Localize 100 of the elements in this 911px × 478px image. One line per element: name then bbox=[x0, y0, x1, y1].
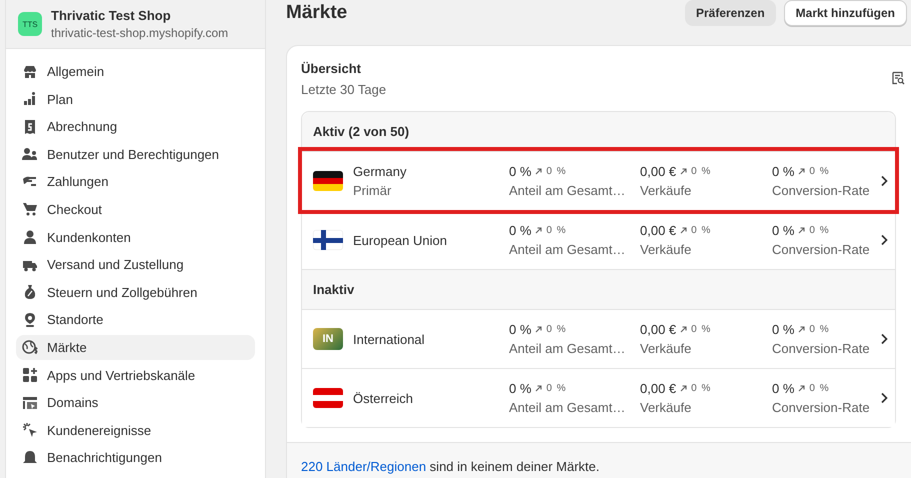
metric-value: 0,00 € bbox=[640, 223, 676, 238]
sidebar-item[interactable]: Checkout bbox=[16, 196, 255, 222]
metric-label: Verkäufe bbox=[640, 341, 692, 356]
page-title: Märkte bbox=[286, 2, 348, 24]
market-row[interactable]: Österreich 0 % 0 % Anteil am Gesamt… 0,00 € 0 % Verkäufe 0 % 0 % Conversion-Rate bbox=[302, 368, 895, 427]
metric-value: 0 % bbox=[509, 322, 532, 337]
trend-up-icon bbox=[798, 326, 806, 333]
metric-value: 0 % bbox=[772, 164, 794, 179]
regions-link[interactable]: 220 Länder/Regionen bbox=[301, 459, 426, 474]
shop-avatar: TTS bbox=[18, 12, 42, 36]
market-subtitle: Primär bbox=[353, 183, 392, 198]
group-heading: Inaktiv bbox=[313, 282, 354, 297]
metric-value: 0 % bbox=[509, 164, 532, 179]
metric-label: Verkäufe bbox=[640, 400, 692, 415]
metric-label: Anteil am Gesamt… bbox=[509, 400, 626, 415]
metric-label: Conversion-Rate bbox=[772, 400, 870, 415]
metric-label: Conversion-Rate bbox=[772, 242, 870, 257]
market-badge: IN bbox=[313, 328, 343, 350]
change-value: 0 % bbox=[546, 166, 567, 177]
market-name: European Union bbox=[353, 232, 448, 248]
preferences-button[interactable]: Präferenzen bbox=[684, 0, 776, 26]
metric-value: 0 % bbox=[509, 381, 532, 396]
metric-label: Anteil am Gesamt… bbox=[509, 341, 626, 356]
period-label: Letzte 30 Tage bbox=[301, 82, 386, 97]
metric-label: Anteil am Gesamt… bbox=[509, 242, 626, 257]
window-icon bbox=[22, 394, 38, 411]
sidebar-item[interactable]: Abrechnung bbox=[16, 114, 255, 140]
trend-up-icon bbox=[535, 168, 542, 175]
metric-value: 0 % bbox=[772, 381, 794, 396]
add-market-button[interactable]: Markt hinzufügen bbox=[784, 0, 907, 26]
sidebar-item[interactable]: Zahlungen bbox=[16, 169, 255, 194]
change-value: 0 % bbox=[809, 225, 830, 236]
cart-icon bbox=[22, 201, 38, 218]
person-icon bbox=[22, 229, 38, 246]
change-value: 0 % bbox=[546, 324, 567, 335]
sidebar-item[interactable]: Allgemein bbox=[16, 59, 255, 84]
footer-text: 220 Länder/Regionen sind in keinem deiner Märkte. bbox=[301, 459, 600, 474]
sidebar-item[interactable]: Steuern und Zollgebühren bbox=[16, 280, 255, 305]
sidebar-item[interactable]: Benutzer und Berechtigungen bbox=[16, 142, 255, 167]
shop-domain: thrivatic-test-shop.myshopify.com bbox=[51, 26, 228, 40]
sidebar-item[interactable]: Plan bbox=[16, 86, 255, 112]
change-value: 0 % bbox=[691, 225, 712, 236]
sidebar-item[interactable]: Märkte bbox=[16, 334, 255, 360]
card-title: Übersicht bbox=[301, 61, 362, 76]
metric-value: 0,00 € bbox=[640, 322, 676, 337]
bag-icon bbox=[22, 284, 38, 300]
chevron-right-icon bbox=[880, 333, 888, 345]
shop-name: Thrivatic Test Shop bbox=[51, 8, 172, 23]
group-heading: Aktiv (2 von 50) bbox=[313, 124, 410, 139]
trend-up-icon bbox=[535, 385, 542, 392]
metric-label: Verkäufe bbox=[640, 183, 692, 198]
pin-icon bbox=[22, 312, 38, 328]
metric-value: 0,00 € bbox=[640, 164, 676, 179]
change-value: 0 % bbox=[809, 383, 830, 394]
trend-up-icon bbox=[680, 326, 688, 333]
sidebar-item[interactable]: Kundenkonten bbox=[16, 224, 255, 250]
market-name: Germany bbox=[353, 164, 408, 179]
change-value: 0 % bbox=[809, 324, 830, 335]
trend-up-icon bbox=[798, 385, 806, 392]
market-name: International bbox=[353, 332, 426, 346]
sidebar-item[interactable]: Apps und Vertriebskanäle bbox=[16, 362, 255, 388]
bar-chart-icon bbox=[22, 91, 38, 108]
sidebar-item[interactable]: Standorte bbox=[16, 307, 255, 332]
trend-up-icon bbox=[798, 168, 806, 175]
metric-value: 0 % bbox=[509, 223, 532, 238]
change-value: 0 % bbox=[691, 166, 712, 177]
sidebar-item[interactable]: Domains bbox=[16, 390, 255, 416]
report-search-icon[interactable] bbox=[891, 71, 905, 85]
metric-value: 0,00 € bbox=[640, 381, 676, 396]
metric-label: Conversion-Rate bbox=[772, 341, 870, 356]
sidebar-item[interactable]: Versand und Zustellung bbox=[16, 252, 255, 278]
metric-label: Conversion-Rate bbox=[772, 183, 870, 198]
chevron-right-icon bbox=[880, 234, 888, 246]
metric-value: 0 % bbox=[772, 322, 794, 337]
click-icon bbox=[22, 422, 38, 438]
metric-value: 0 % bbox=[772, 223, 794, 238]
trend-up-icon bbox=[680, 227, 688, 234]
trend-up-icon bbox=[535, 227, 542, 234]
austria-flag-icon bbox=[313, 388, 343, 408]
sidebar-item[interactable]: Kundenereignisse bbox=[16, 418, 255, 443]
trend-up-icon bbox=[680, 168, 688, 175]
metric-label: Anteil am Gesamt… bbox=[509, 183, 626, 198]
users-icon bbox=[22, 146, 38, 162]
change-value: 0 % bbox=[809, 166, 830, 177]
sidebar-item[interactable]: Benachrichtigungen bbox=[16, 445, 255, 470]
change-value: 0 % bbox=[546, 383, 567, 394]
trend-up-icon bbox=[535, 326, 542, 333]
receipt-icon bbox=[22, 118, 38, 135]
apps-icon bbox=[22, 367, 38, 384]
chevron-right-icon bbox=[880, 175, 888, 187]
change-value: 0 % bbox=[691, 383, 712, 394]
globe-icon bbox=[22, 339, 38, 356]
store-icon bbox=[22, 64, 38, 80]
trend-up-icon bbox=[798, 227, 806, 234]
trend-up-icon bbox=[680, 385, 688, 392]
germany-flag-icon bbox=[313, 171, 343, 191]
bell-icon bbox=[22, 450, 38, 466]
metric-label: Verkäufe bbox=[640, 242, 692, 257]
change-value: 0 % bbox=[546, 225, 567, 236]
finland-flag-icon bbox=[313, 230, 343, 250]
